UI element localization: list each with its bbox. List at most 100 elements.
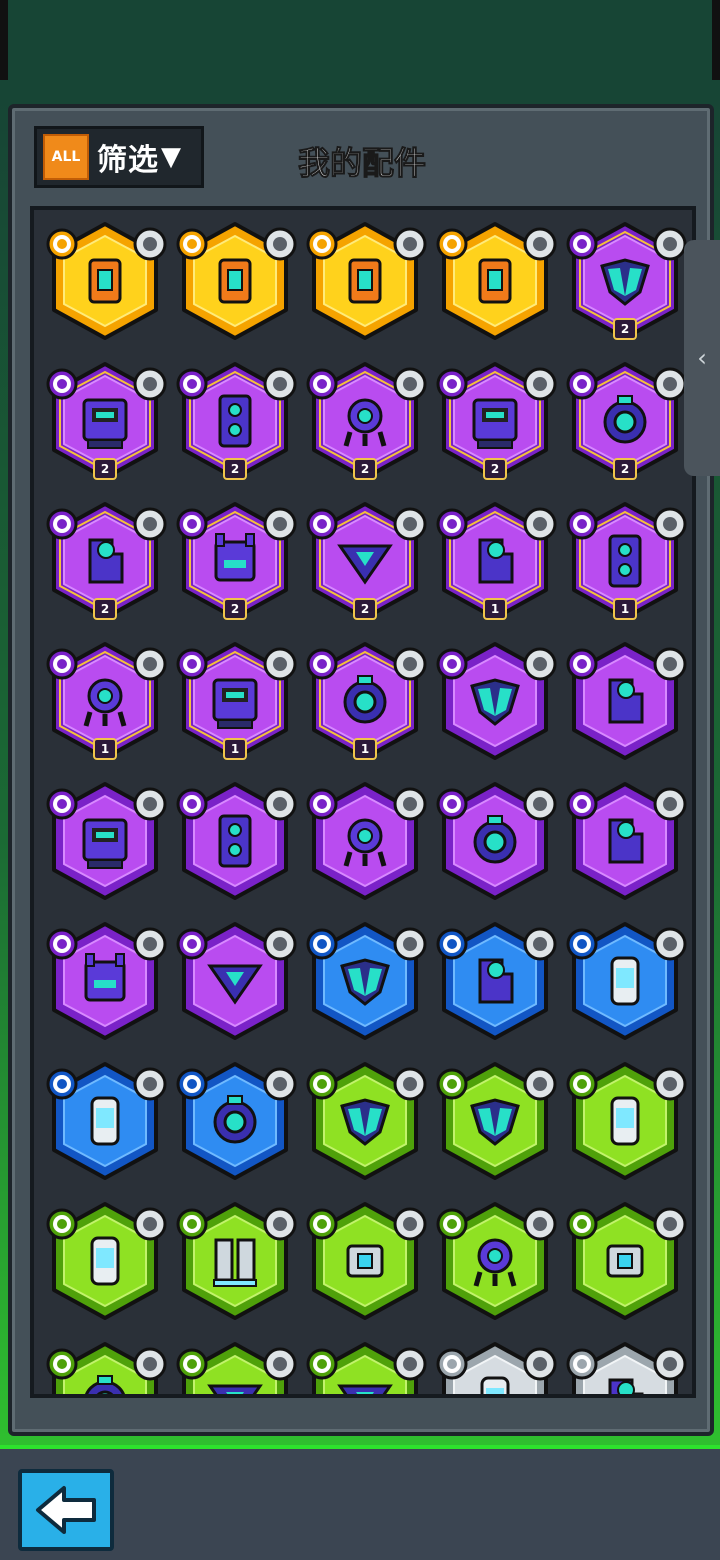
part-card-28[interactable] — [300, 914, 430, 1054]
part-card-36[interactable] — [40, 1194, 170, 1334]
part-card-35[interactable] — [560, 1054, 690, 1194]
cone-tag-icon — [523, 367, 557, 401]
part-card-12[interactable]: 2 — [170, 494, 300, 634]
orb-turret-icon — [478, 258, 512, 304]
part-card-39[interactable] — [430, 1194, 560, 1334]
blue-hex-frame — [306, 922, 427, 1040]
part-card-9[interactable]: 2 — [430, 354, 560, 494]
spring-tag-icon — [133, 1067, 167, 1101]
part-card-13[interactable]: 2 — [300, 494, 430, 634]
monitor-block-icon — [82, 818, 128, 869]
part-card-5[interactable]: 2 — [560, 214, 690, 354]
chevron-left-icon: ‹ — [697, 344, 707, 372]
camera-block-icon — [346, 1244, 384, 1278]
soccer-ball-tag-icon — [523, 787, 557, 821]
left-edge — [0, 0, 8, 80]
part-card-20[interactable] — [560, 634, 690, 774]
filter-label: 筛选 — [97, 143, 159, 178]
part-card-22[interactable] — [170, 774, 300, 914]
part-card-30[interactable] — [560, 914, 690, 1054]
part-card-24[interactable] — [430, 774, 560, 914]
part-card-34[interactable] — [430, 1054, 560, 1194]
soccer-ball-tag-icon — [393, 647, 427, 681]
part-card-29[interactable] — [430, 914, 560, 1054]
purple-hex-frame — [436, 642, 557, 760]
star-tag-icon — [133, 1207, 167, 1241]
sawblade-tag-icon — [653, 647, 687, 681]
level-badge: 1 — [353, 738, 377, 760]
part-card-18[interactable]: 1 — [300, 634, 430, 774]
silver-hex-frame — [436, 1342, 557, 1394]
rocket-tag-icon — [523, 647, 557, 681]
speaker-block-icon — [608, 534, 642, 588]
part-card-32[interactable] — [170, 1054, 300, 1194]
part-card-3[interactable] — [300, 214, 430, 354]
part-card-40[interactable] — [560, 1194, 690, 1334]
green-hex-frame — [46, 1202, 167, 1320]
part-card-11[interactable]: 2 — [40, 494, 170, 634]
attack-icon — [436, 788, 468, 820]
part-card-44[interactable] — [430, 1334, 560, 1394]
part-card-16[interactable]: 1 — [40, 634, 170, 774]
capsule-block-icon — [90, 1096, 120, 1146]
shield-icon — [306, 368, 338, 400]
spiky-ball-tag-icon — [393, 787, 427, 821]
green-hex-frame — [306, 1202, 427, 1320]
spiky-ball-tag-icon — [523, 1207, 557, 1241]
part-card-1[interactable] — [40, 214, 170, 354]
part-card-17[interactable]: 1 — [170, 634, 300, 774]
green-hex-frame — [176, 1202, 297, 1320]
page-title: 我的配件 — [297, 144, 426, 183]
arc-tag-icon — [263, 787, 297, 821]
back-button[interactable] — [18, 1469, 114, 1551]
attack-icon — [436, 368, 468, 400]
part-card-33[interactable] — [300, 1054, 430, 1194]
attack-icon — [46, 928, 78, 960]
shield-icon — [306, 788, 338, 820]
spiky-ball-tag-icon — [133, 647, 167, 681]
bottle-tag-icon — [393, 507, 427, 541]
part-card-25[interactable] — [560, 774, 690, 914]
shell-tag-icon — [133, 1347, 167, 1381]
sawblade-tag-icon — [653, 1347, 687, 1381]
part-card-6[interactable]: 2 — [40, 354, 170, 494]
shield-icon — [306, 1208, 338, 1240]
spring-tag-icon — [653, 927, 687, 961]
part-card-15[interactable]: 1 — [560, 494, 690, 634]
part-card-8[interactable]: 2 — [300, 354, 430, 494]
side-drawer-tab[interactable]: ‹ — [684, 240, 720, 476]
attack-icon — [46, 1068, 78, 1100]
level-badge: 1 — [93, 738, 117, 760]
part-card-14[interactable]: 1 — [430, 494, 560, 634]
shell-tag-icon — [653, 1207, 687, 1241]
part-card-4[interactable] — [430, 214, 560, 354]
brick-tag-icon — [133, 367, 167, 401]
attack-icon — [306, 648, 338, 680]
part-card-7[interactable]: 2 — [170, 354, 300, 494]
part-card-31[interactable] — [40, 1054, 170, 1194]
filter-button[interactable]: ALL 筛选 ▼ — [34, 126, 204, 188]
part-card-2[interactable] — [170, 214, 300, 354]
level-badge: 1 — [483, 598, 507, 620]
plate-tag-icon — [263, 1207, 297, 1241]
part-card-10[interactable]: 2 — [560, 354, 690, 494]
shield-icon — [566, 1348, 598, 1380]
blue-hex-frame — [436, 922, 557, 1040]
part-card-41[interactable] — [40, 1334, 170, 1394]
part-card-43[interactable] — [300, 1334, 430, 1394]
part-card-27[interactable] — [170, 914, 300, 1054]
part-card-19[interactable] — [430, 634, 560, 774]
part-card-37[interactable] — [170, 1194, 300, 1334]
bottom-bar — [0, 1445, 720, 1560]
shield-icon — [46, 648, 78, 680]
part-card-26[interactable] — [40, 914, 170, 1054]
part-card-23[interactable] — [300, 774, 430, 914]
shield-icon — [46, 228, 78, 260]
part-card-45[interactable] — [560, 1334, 690, 1394]
part-card-21[interactable] — [40, 774, 170, 914]
part-card-38[interactable] — [300, 1194, 430, 1334]
parts-grid-container[interactable]: 2 2 2 2 2 2 2 2 2 1 1 1 1 1 — [30, 206, 696, 1398]
part-card-42[interactable] — [170, 1334, 300, 1394]
gold-hex-frame — [176, 222, 297, 340]
tape-tag-icon — [523, 227, 557, 261]
